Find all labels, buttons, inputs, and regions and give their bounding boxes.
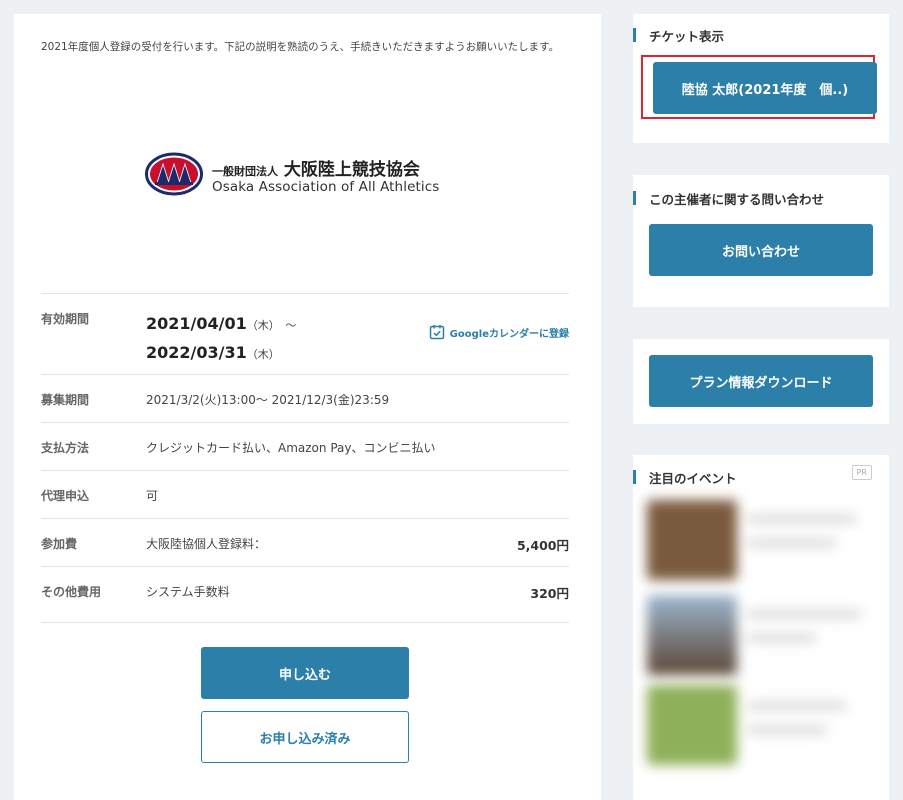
row-label: その他費用 <box>41 585 102 599</box>
featured-events-title: 注目のイベント <box>633 468 737 487</box>
row-value: クレジットカード払い、Amazon Pay、コンビニ払い <box>146 441 436 455</box>
calendar-check-icon <box>429 325 444 340</box>
row-amount: 5,400円 <box>516 538 569 553</box>
row-value: 2021/3/2(火)13:00～ 2021/12/3(金)23:59 <box>146 393 390 407</box>
info-table: 有効期間 2021/04/01（木） ～ 2022/03/31（木） Googl… <box>41 293 569 623</box>
google-calendar-link[interactable]: Googleカレンダーに登録 <box>429 324 569 340</box>
table-row: 参加費 大阪陸協個人登録料： 5,400円 <box>41 518 569 566</box>
intro-text: 2021年度個人登録の受付を行います。下記の説明を熟読のうえ、手続きいただきます… <box>41 41 560 53</box>
applied-button[interactable]: お申し込み済み <box>201 711 409 763</box>
organization-logo: 一般財団法人 大阪陸上競技協会 Osaka Association of All… <box>145 152 445 202</box>
featured-events-panel: 注目のイベント PR <box>633 455 889 800</box>
row-label: 有効期間 <box>41 312 90 326</box>
download-panel: プラン情報ダウンロード <box>633 339 889 424</box>
ticket-button[interactable]: 陸協 太郎(2021年度 個..) <box>653 62 877 114</box>
table-row: その他費用 システム手数料 320円 <box>41 566 569 623</box>
organization-name: 一般財団法人 大阪陸上競技協会 <box>212 160 420 180</box>
jaaf-emblem-icon <box>145 152 203 196</box>
main-card: 2021年度個人登録の受付を行います。下記の説明を熟読のうえ、手続きいただきます… <box>14 14 601 800</box>
contact-panel-title: この主催者に関する問い合わせ <box>632 189 824 208</box>
google-calendar-label: Googleカレンダーに登録 <box>449 328 569 340</box>
featured-event-item[interactable] <box>647 680 873 770</box>
contact-button[interactable]: お問い合わせ <box>649 224 873 276</box>
valid-period-dates: 2021/04/01（木） ～ 2022/03/31（木） <box>146 314 297 362</box>
row-value: システム手数料 <box>146 585 230 599</box>
row-value: 可 <box>146 489 159 503</box>
featured-event-item[interactable] <box>647 495 873 585</box>
apply-button[interactable]: 申し込む <box>201 647 409 699</box>
pr-badge: PR <box>851 465 872 480</box>
row-label: 参加費 <box>41 537 78 551</box>
ticket-panel-title: チケット表示 <box>632 26 724 45</box>
row-label: 募集期間 <box>41 393 90 407</box>
featured-event-item[interactable] <box>647 590 873 680</box>
ticket-panel: チケット表示 陸協 太郎(2021年度 個..) <box>632 14 889 143</box>
contact-panel: この主催者に関する問い合わせ お問い合わせ <box>632 175 889 307</box>
row-value: 大阪陸協個人登録料： <box>146 537 267 551</box>
row-label: 代理申込 <box>41 489 90 503</box>
plan-download-button[interactable]: プラン情報ダウンロード <box>649 355 873 407</box>
table-row: 募集期間 2021/3/2(火)13:00～ 2021/12/3(金)23:59 <box>41 374 569 422</box>
row-amount: 320円 <box>530 586 569 601</box>
table-row: 支払方法 クレジットカード払い、Amazon Pay、コンビニ払い <box>41 422 569 470</box>
organization-name-en: Osaka Association of All Athletics <box>212 179 440 195</box>
table-row: 代理申込 可 <box>41 470 569 518</box>
table-row: 有効期間 2021/04/01（木） ～ 2022/03/31（木） Googl… <box>41 293 569 374</box>
row-label: 支払方法 <box>41 441 90 455</box>
